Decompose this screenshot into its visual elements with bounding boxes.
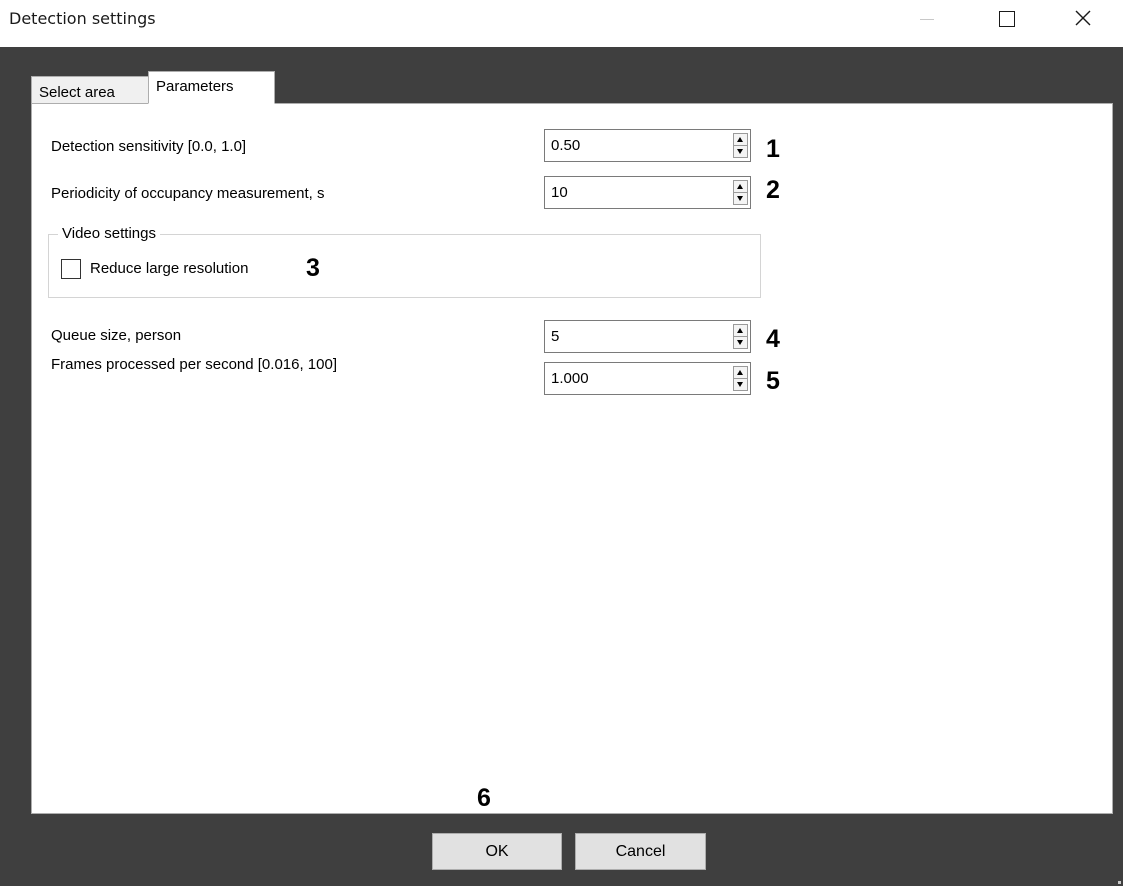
callout-6: 6	[477, 784, 491, 812]
callout-1: 1	[766, 135, 780, 163]
fps-label: Frames processed per second [0.016, 100]	[51, 356, 337, 373]
reduce-resolution-checkbox[interactable]	[61, 259, 81, 279]
queue-size-label: Queue size, person	[51, 327, 182, 344]
arrow-down-icon	[737, 149, 743, 154]
sensitivity-spinner[interactable]: 0.50	[544, 129, 751, 162]
arrow-down-icon	[737, 196, 743, 201]
sensitivity-value[interactable]: 0.50	[551, 137, 580, 154]
cancel-button[interactable]: Cancel	[575, 833, 706, 870]
close-icon	[1075, 10, 1091, 26]
arrow-up-icon	[737, 137, 743, 142]
arrow-down-icon	[737, 340, 743, 345]
fps-spin-buttons[interactable]	[733, 366, 748, 391]
periodicity-value[interactable]: 10	[551, 184, 568, 201]
periodicity-spinner[interactable]: 10	[544, 176, 751, 209]
maximize-button[interactable]	[983, 0, 1029, 38]
spin-down-button[interactable]	[734, 146, 747, 158]
spin-down-button[interactable]	[734, 379, 747, 391]
fps-value[interactable]: 1.000	[551, 370, 589, 387]
periodicity-spin-buttons[interactable]	[733, 180, 748, 205]
spin-up-button[interactable]	[734, 181, 747, 193]
reduce-resolution-label[interactable]: Reduce large resolution	[90, 260, 248, 277]
window-title: Detection settings	[9, 9, 156, 28]
fps-spinner[interactable]: 1.000	[544, 362, 751, 395]
tab-parameters[interactable]: Parameters	[148, 71, 275, 104]
queue-size-spin-buttons[interactable]	[733, 324, 748, 349]
title-bar: Detection settings	[0, 0, 1123, 47]
minimize-icon	[920, 19, 934, 20]
close-button[interactable]	[1060, 0, 1106, 38]
tab-select-area[interactable]: Select area	[31, 76, 148, 104]
tab-page-parameters	[31, 103, 1113, 814]
queue-size-spinner[interactable]: 5	[544, 320, 751, 353]
arrow-up-icon	[737, 184, 743, 189]
callout-4: 4	[766, 325, 780, 353]
arrow-up-icon	[737, 370, 743, 375]
ok-button[interactable]: OK	[432, 833, 562, 870]
spin-down-button[interactable]	[734, 337, 747, 349]
video-settings-title: Video settings	[58, 225, 160, 242]
maximize-icon	[999, 11, 1015, 27]
spin-down-button[interactable]	[734, 193, 747, 205]
queue-size-value[interactable]: 5	[551, 328, 559, 345]
sensitivity-label: Detection sensitivity [0.0, 1.0]	[51, 138, 247, 155]
spin-up-button[interactable]	[734, 134, 747, 146]
spin-up-button[interactable]	[734, 367, 747, 379]
sensitivity-spin-buttons[interactable]	[733, 133, 748, 158]
callout-5: 5	[766, 367, 780, 395]
periodicity-label: Periodicity of occupancy measurement, s	[51, 185, 325, 202]
arrow-up-icon	[737, 328, 743, 333]
minimize-button[interactable]	[905, 0, 951, 38]
resize-grip-icon[interactable]	[1118, 881, 1121, 884]
callout-3: 3	[306, 254, 320, 282]
callout-2: 2	[766, 176, 780, 204]
arrow-down-icon	[737, 382, 743, 387]
spin-up-button[interactable]	[734, 325, 747, 337]
